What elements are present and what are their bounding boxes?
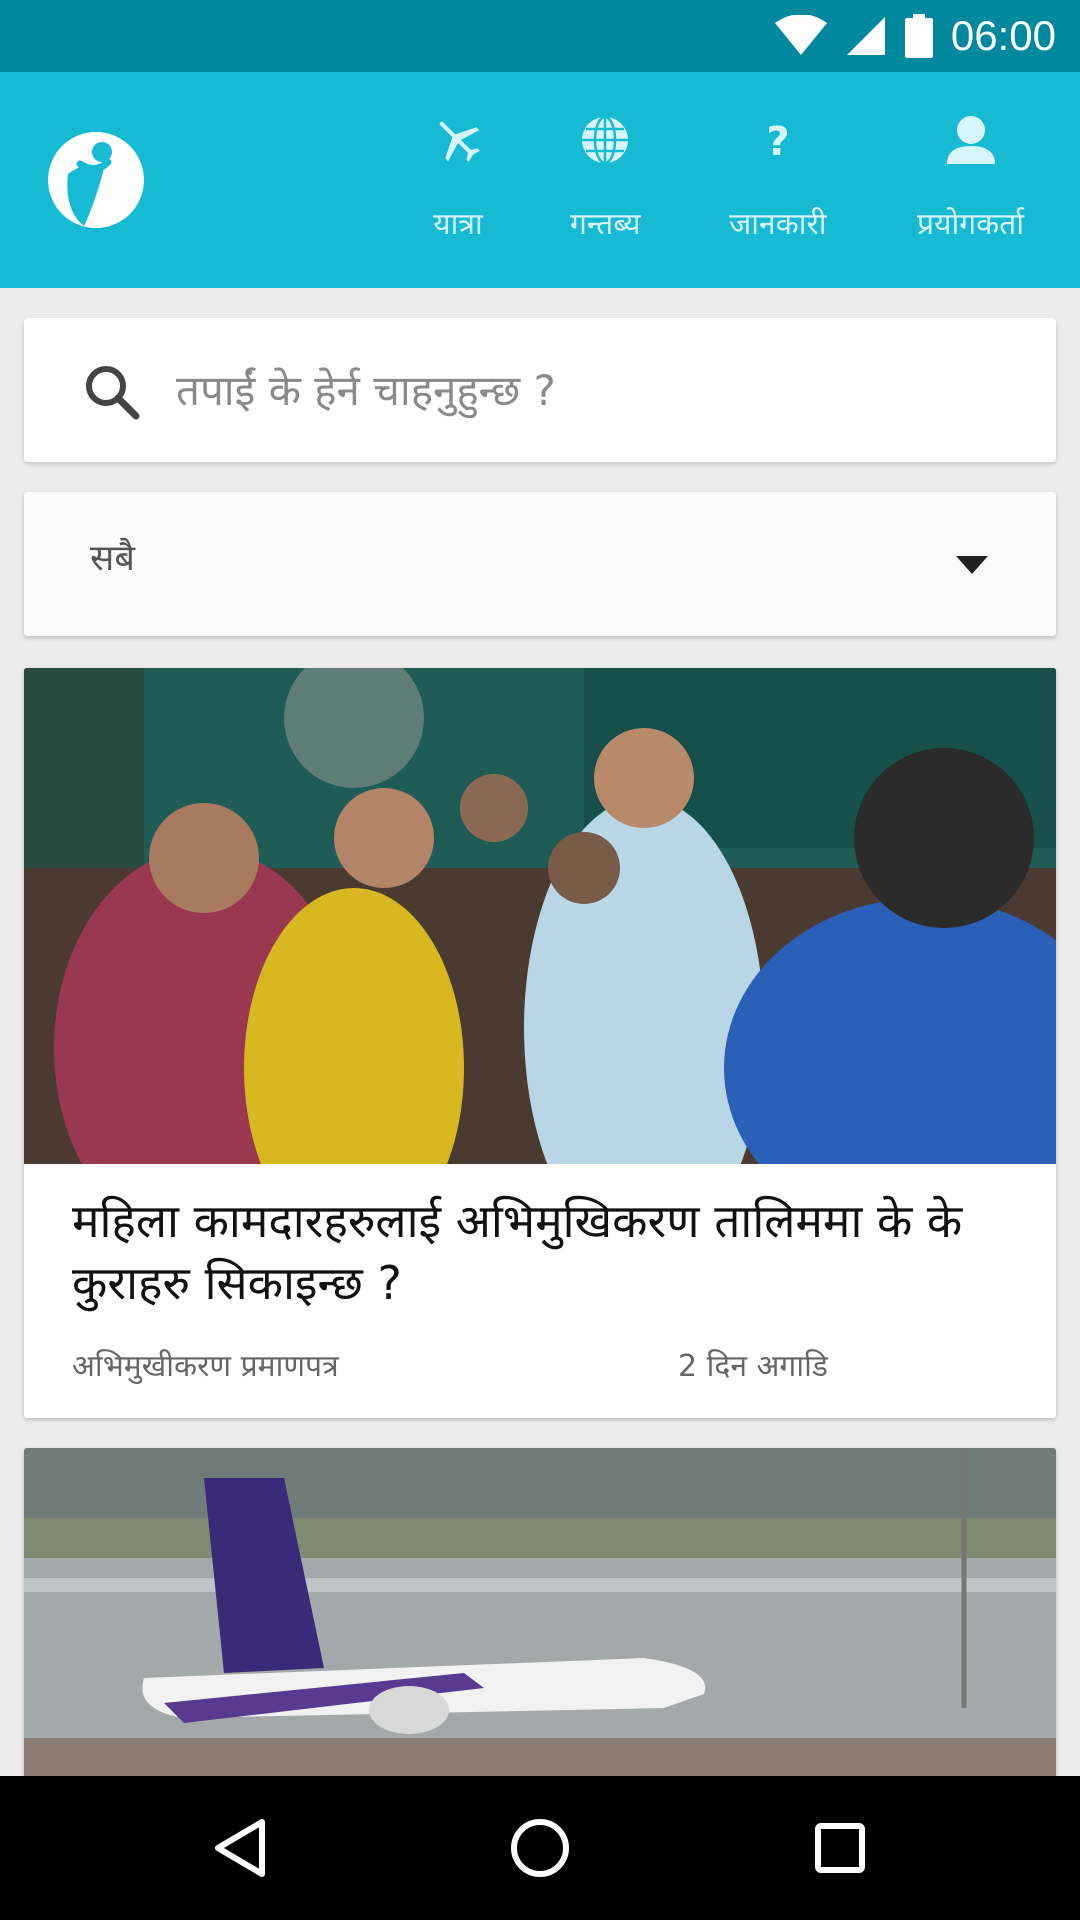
status-bar: 06:00 <box>0 0 1080 72</box>
article-category: अभिमुखीकरण प्रमाणपत्र <box>72 1349 339 1384</box>
recents-icon[interactable] <box>804 1812 876 1884</box>
nav-label-information: जानकारी <box>729 207 827 242</box>
article-card[interactable]: महिला कामदारहरुलाई अभिमुखिकरण तालिममा के… <box>24 668 1056 1418</box>
svg-text:?: ? <box>766 119 789 165</box>
category-select[interactable]: सबै <box>24 492 1056 636</box>
status-icons: 06:00 <box>774 0 1056 72</box>
home-icon[interactable] <box>504 1812 576 1884</box>
article-image <box>24 1448 1056 1778</box>
user-icon <box>943 112 999 168</box>
globe-icon <box>577 112 633 168</box>
airplane-icon <box>430 112 486 168</box>
nav-tab-user[interactable]: प्रयोगकर्ता <box>917 112 1024 243</box>
search-input[interactable] <box>174 354 1014 426</box>
signal-icon <box>846 17 885 55</box>
article-title: महिला कामदारहरुलाई अभिमुखिकरण तालिममा के… <box>72 1194 963 1310</box>
nav-label-user: प्रयोगकर्ता <box>917 207 1025 242</box>
question-icon: ? <box>750 112 806 168</box>
nav-tab-travel[interactable]: यात्रा <box>430 112 486 243</box>
search-icon[interactable] <box>82 362 142 422</box>
nav-label-travel: यात्रा <box>433 207 483 242</box>
status-time: 06:00 <box>950 12 1056 59</box>
nav-tab-destination[interactable]: गन्तब्य <box>570 112 641 243</box>
nav-label-destination: गन्तब्य <box>570 207 641 242</box>
article-image <box>24 668 1056 1164</box>
system-nav-bar <box>0 1776 1080 1920</box>
select-value: सबै <box>90 538 135 579</box>
nav-tab-information[interactable]: ? जानकारी <box>729 112 827 243</box>
search-card <box>24 318 1056 462</box>
back-icon[interactable] <box>204 1812 276 1884</box>
article-card[interactable] <box>24 1448 1056 1778</box>
wifi-icon <box>774 15 827 55</box>
dropdown-arrow-icon[interactable] <box>956 556 988 574</box>
article-time: 2 दिन अगाडि <box>678 1349 828 1384</box>
battery-icon <box>904 14 933 58</box>
person-leaf-logo-icon[interactable] <box>46 130 146 230</box>
app-header: यात्रा गन्तब्य ? जानकारी प्रयोगकर्ता <box>0 72 1080 288</box>
